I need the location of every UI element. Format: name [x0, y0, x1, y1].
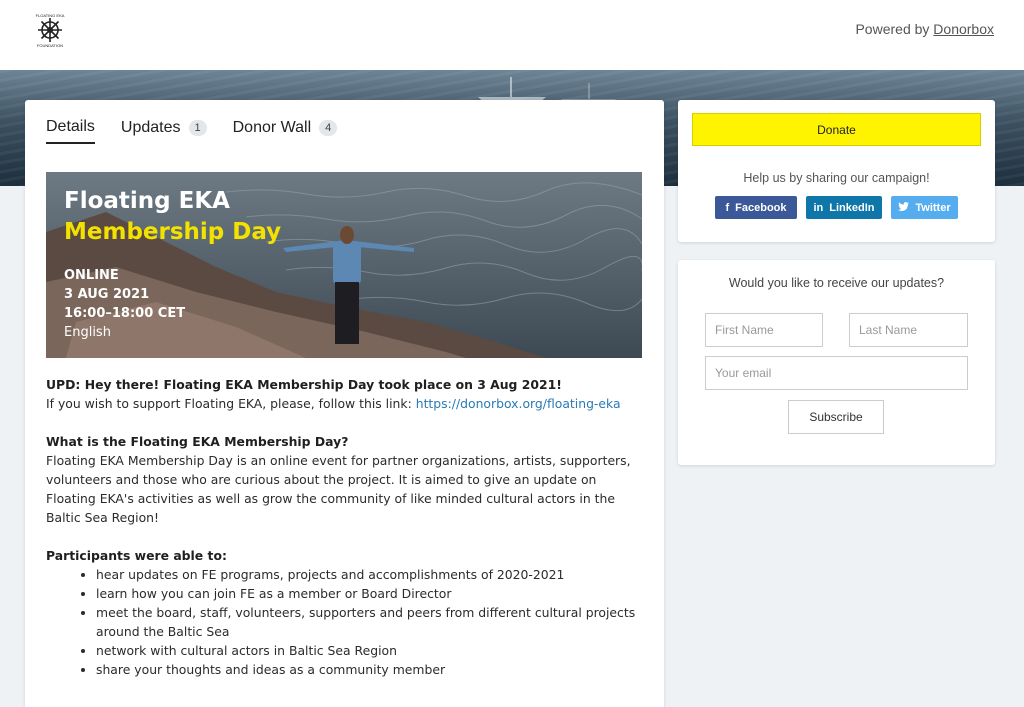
hero-line-time: 16:00–18:00 CET — [64, 306, 186, 321]
hero-line-online: ONLINE — [64, 268, 119, 283]
hero-image: Floating EKA Membership Day ONLINE 3 AUG… — [46, 172, 642, 358]
campaign-tabs: Details Updates 1 Donor Wall 4 — [46, 118, 338, 144]
what-heading: What is the Floating EKA Membership Day? — [46, 434, 349, 449]
floating-eka-logo[interactable]: FLOATING EKA FOUNDATION — [32, 12, 68, 48]
support-text: If you wish to support Floating EKA, ple… — [46, 396, 412, 411]
twitter-icon — [898, 201, 910, 214]
tab-donor-wall-count: 4 — [319, 120, 338, 136]
first-name-field[interactable]: First Name — [705, 313, 823, 347]
tab-details[interactable]: Details — [46, 118, 95, 144]
facebook-share-button[interactable]: f Facebook — [715, 196, 797, 219]
svg-text:FLOATING EKA: FLOATING EKA — [36, 13, 65, 18]
campaign-details-card: Details Updates 1 Donor Wall 4 Floating … — [25, 100, 664, 707]
support-link[interactable]: https://donorbox.org/floating-eka — [416, 396, 621, 411]
hero-line-date: 3 AUG 2021 — [64, 287, 150, 302]
top-bar: FLOATING EKA FOUNDATION Powered by Donor… — [0, 0, 1024, 70]
email-field[interactable]: Your email — [705, 356, 968, 390]
what-body: Floating EKA Membership Day is an online… — [46, 453, 631, 525]
campaign-description: UPD: Hey there! Floating EKA Membership … — [46, 375, 642, 679]
list-item: learn how you can join FE as a member or… — [96, 584, 642, 603]
update-heading: UPD: Hey there! Floating EKA Membership … — [46, 377, 562, 392]
facebook-label: Facebook — [735, 201, 787, 214]
powered-by-prefix: Powered by — [855, 21, 930, 37]
donate-card: Donate Help us by sharing our campaign! … — [678, 100, 995, 242]
tab-updates-label: Updates — [120, 119, 181, 136]
share-buttons: f Facebook in LinkedIn Twitter — [715, 196, 958, 219]
updates-signup-card: Would you like to receive our updates? F… — [678, 260, 995, 465]
twitter-label: Twitter — [915, 201, 951, 214]
tab-donor-wall-label: Donor Wall — [232, 119, 312, 136]
list-item: meet the board, staff, volunteers, suppo… — [96, 603, 642, 641]
subscribe-button[interactable]: Subscribe — [788, 400, 884, 434]
hero-event-info: ONLINE 3 AUG 2021 16:00–18:00 CET Englis… — [64, 266, 185, 342]
tab-updates-count: 1 — [188, 120, 207, 136]
donorbox-link[interactable]: Donorbox — [933, 21, 994, 37]
hero-line-language: English — [64, 325, 111, 340]
powered-by: Powered by Donorbox — [855, 21, 994, 37]
share-prompt: Help us by sharing our campaign! — [743, 171, 930, 185]
tab-details-label: Details — [46, 118, 95, 135]
hero-title: Floating EKA — [64, 188, 230, 214]
tab-updates[interactable]: Updates 1 — [121, 118, 207, 144]
list-item: hear updates on FE programs, projects an… — [96, 565, 642, 584]
facebook-icon: f — [725, 201, 730, 214]
last-name-field[interactable]: Last Name — [849, 313, 968, 347]
tab-donor-wall[interactable]: Donor Wall 4 — [233, 118, 338, 144]
linkedin-label: LinkedIn — [829, 201, 875, 214]
list-item: share your thoughts and ideas as a commu… — [96, 660, 642, 679]
linkedin-share-button[interactable]: in LinkedIn — [806, 196, 882, 219]
linkedin-icon: in — [813, 201, 824, 214]
hero-subtitle: Membership Day — [64, 219, 282, 245]
participants-list: hear updates on FE programs, projects an… — [96, 565, 642, 679]
svg-text:FOUNDATION: FOUNDATION — [37, 43, 63, 48]
list-item: network with cultural actors in Baltic S… — [96, 641, 642, 660]
twitter-share-button[interactable]: Twitter — [891, 196, 958, 219]
updates-title: Would you like to receive our updates? — [728, 276, 945, 290]
donate-button[interactable]: Donate — [692, 113, 981, 146]
participants-heading: Participants were able to: — [46, 548, 227, 563]
